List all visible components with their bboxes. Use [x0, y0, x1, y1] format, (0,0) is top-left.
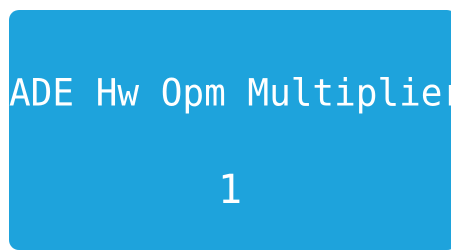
tile-value: 1	[217, 167, 243, 213]
metric-tile[interactable]: ADE Hw Opm Multiplier 1	[9, 10, 451, 250]
tile-title: ADE Hw Opm Multiplier	[9, 71, 451, 115]
